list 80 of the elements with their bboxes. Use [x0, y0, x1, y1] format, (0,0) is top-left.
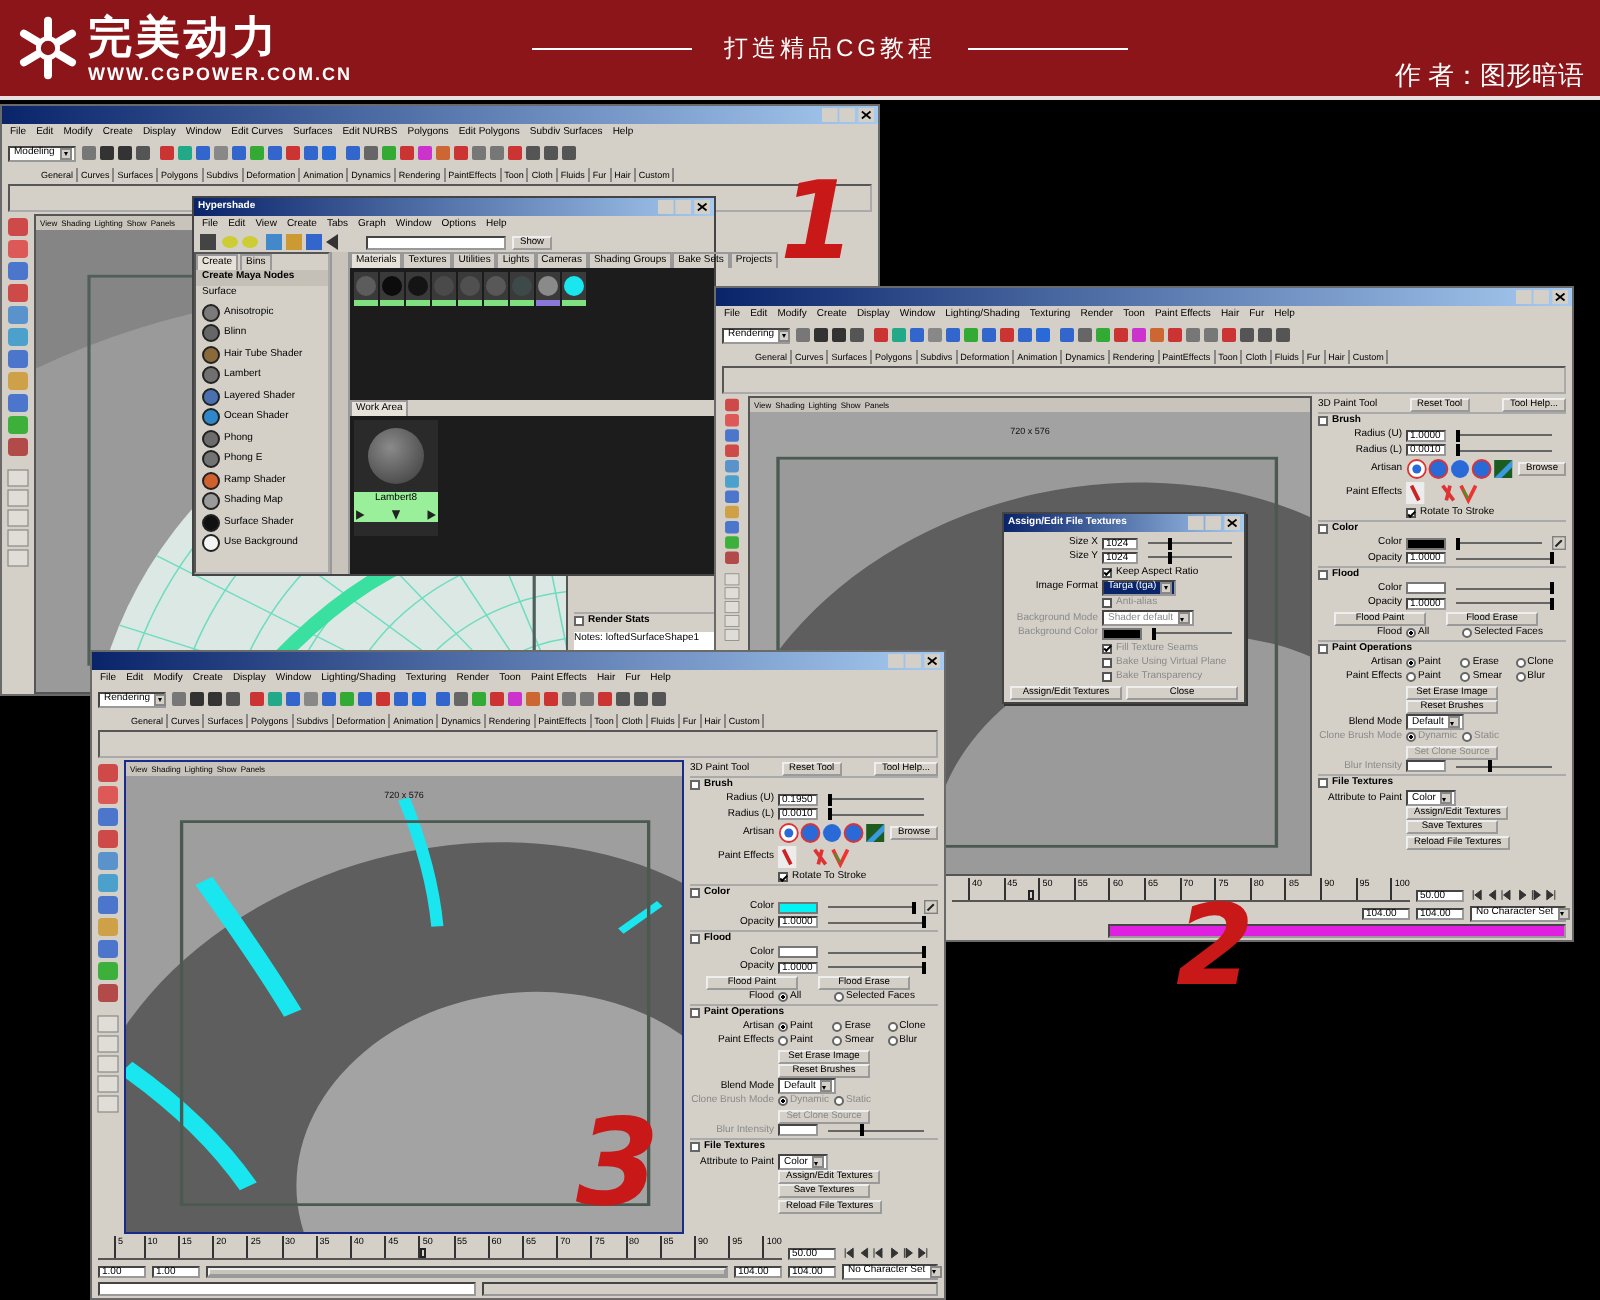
collapse-icon[interactable]	[1318, 778, 1328, 789]
color-swatch[interactable]	[1406, 582, 1446, 595]
collapse-icon[interactable]	[1318, 643, 1328, 654]
eyedropper-icon[interactable]	[1552, 536, 1566, 551]
window-controls-icon[interactable]	[822, 108, 874, 122]
logo-text: 完美动力	[88, 12, 282, 64]
caret-icon	[1177, 612, 1190, 625]
radio-button[interactable]	[887, 1022, 898, 1033]
caret-icon	[1439, 792, 1452, 805]
radio-button[interactable]	[1515, 672, 1526, 683]
author-credit: 作 者：图形暗语	[1394, 58, 1584, 94]
slogan: 打造精品CG教程	[724, 31, 936, 65]
material-swatch[interactable]	[380, 272, 404, 306]
window-controls-icon[interactable]	[1516, 290, 1568, 304]
collapse-icon[interactable]	[1318, 569, 1328, 580]
collapse-icon[interactable]	[1318, 416, 1328, 427]
radio-button[interactable]	[778, 1036, 788, 1047]
radio-button[interactable]	[1460, 658, 1471, 669]
material-swatch[interactable]	[458, 272, 482, 306]
material-swatch[interactable]	[562, 272, 586, 306]
handwritten-number: 1	[780, 168, 856, 276]
window-controls-icon[interactable]	[888, 654, 940, 668]
caret-icon	[819, 1080, 832, 1093]
current-time-marker[interactable]	[1028, 890, 1035, 900]
collapse-icon[interactable]	[1318, 524, 1328, 535]
sphere-swatch-icon	[368, 428, 424, 484]
window-controls-icon[interactable]	[658, 200, 710, 214]
collapse-icon[interactable]	[574, 616, 584, 626]
command-line-field[interactable]	[98, 1282, 476, 1296]
color-swatch[interactable]	[1406, 537, 1446, 550]
radio-button[interactable]	[1462, 627, 1472, 638]
caret-icon	[1447, 716, 1460, 729]
radio-button[interactable]	[887, 1036, 898, 1047]
collapse-icon[interactable]	[690, 1007, 700, 1018]
collapse-icon[interactable]	[690, 1142, 700, 1153]
eyedropper-icon[interactable]	[924, 900, 938, 915]
caret-icon	[154, 693, 167, 705]
material-swatch[interactable]	[536, 272, 560, 306]
toolbar-icons-drawing[interactable]	[200, 234, 340, 250]
material-swatch[interactable]	[510, 272, 534, 306]
collapse-icon[interactable]	[690, 780, 700, 791]
caret-icon	[778, 329, 791, 341]
caret-icon	[60, 147, 72, 159]
caret-icon	[811, 1156, 824, 1169]
checkbox[interactable]	[1102, 567, 1112, 578]
star-logo-icon	[16, 16, 80, 80]
color-swatch[interactable]	[778, 946, 818, 959]
collapse-icon[interactable]	[690, 888, 700, 899]
text-field[interactable]	[366, 235, 506, 249]
tool-icons-drawing[interactable]	[718, 396, 746, 646]
radio-button[interactable]	[1460, 672, 1471, 683]
radio-button[interactable]	[778, 991, 788, 1002]
radio-button[interactable]	[1515, 658, 1526, 669]
material-swatch[interactable]	[484, 272, 508, 306]
slider-thumb[interactable]	[1456, 444, 1461, 457]
node-port-icons-drawing[interactable]	[354, 508, 438, 522]
radio-button[interactable]	[832, 1022, 843, 1033]
slider-thumb[interactable]	[1456, 537, 1461, 550]
checkbox[interactable]	[778, 872, 788, 883]
color-swatch[interactable]	[778, 901, 818, 914]
window-controls-icon[interactable]	[1188, 516, 1240, 530]
slider-thumb[interactable]	[828, 793, 833, 806]
slider-thumb[interactable]	[1456, 429, 1461, 442]
current-time-marker[interactable]	[419, 1248, 426, 1258]
radio-button[interactable]	[1406, 627, 1416, 638]
collapse-icon[interactable]	[690, 933, 700, 944]
brush-profile-icons-drawing[interactable]	[778, 822, 886, 845]
radio-button[interactable]	[834, 991, 844, 1002]
checkbox[interactable]	[1406, 508, 1416, 519]
radio-button[interactable]	[1406, 658, 1416, 669]
site-url: WWW.CGPOWER.COM.CN	[88, 64, 352, 84]
radio-button[interactable]	[1406, 672, 1416, 683]
brush-profile-icons-drawing[interactable]	[1406, 458, 1514, 481]
material-swatch[interactable]	[432, 272, 456, 306]
radio-button[interactable]	[778, 1022, 788, 1033]
material-swatch[interactable]	[354, 272, 378, 306]
radio-button[interactable]	[832, 1036, 843, 1047]
slider-thumb[interactable]	[828, 808, 833, 821]
caret-icon	[1160, 581, 1173, 594]
material-swatch[interactable]	[406, 272, 430, 306]
